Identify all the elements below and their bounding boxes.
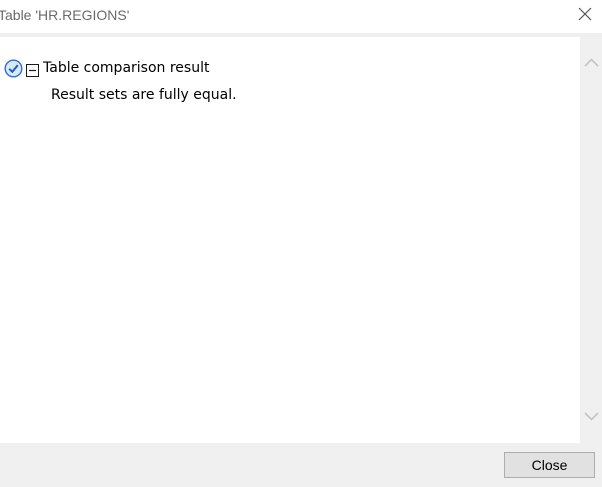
window-title: Table 'HR.REGIONS'	[0, 7, 130, 23]
check-circle-icon	[4, 59, 23, 78]
scroll-down-icon[interactable]	[583, 407, 600, 424]
vertical-scrollbar[interactable]	[580, 37, 602, 443]
close-button[interactable]: Close	[504, 452, 595, 478]
scroll-up-icon[interactable]	[583, 55, 600, 72]
dialog-footer: Close	[0, 443, 602, 487]
close-window-icon[interactable]	[572, 3, 598, 25]
comparison-dialog: Table 'HR.REGIONS' Table comparison resu…	[0, 0, 602, 487]
result-tree: Table comparison result Result sets are …	[0, 37, 580, 443]
result-message: Result sets are fully equal.	[51, 87, 237, 103]
title-bar: Table 'HR.REGIONS'	[0, 0, 602, 33]
collapse-minus-icon[interactable]	[26, 62, 39, 77]
tree-node-label: Table comparison result	[43, 60, 210, 76]
